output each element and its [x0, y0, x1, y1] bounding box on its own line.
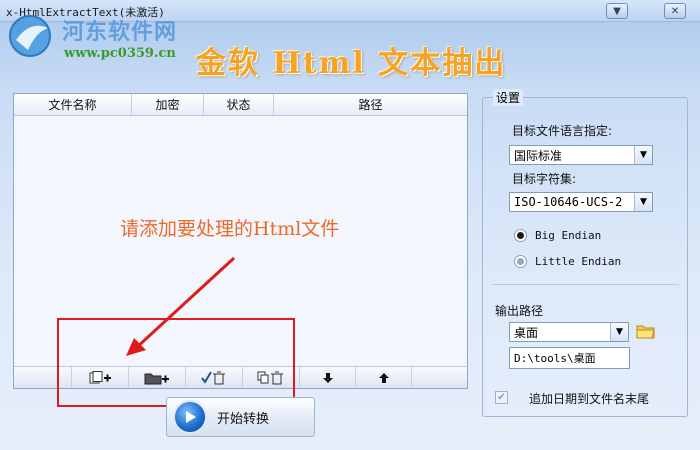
- annotation-highlight-box: [57, 318, 295, 407]
- charset-select[interactable]: ISO-10646-UCS-2 ▼: [509, 192, 653, 212]
- column-header-name[interactable]: 文件名称: [14, 94, 132, 115]
- column-header-path[interactable]: 路径: [274, 94, 467, 115]
- watermark-url: www.pc0359.cn: [64, 46, 176, 61]
- move-up-button[interactable]: [356, 367, 412, 388]
- big-endian-radio[interactable]: [514, 229, 527, 242]
- target-language-label: 目标文件语言指定:: [512, 124, 613, 138]
- start-convert-label: 开始转换: [217, 411, 270, 427]
- chevron-down-icon[interactable]: ▼: [610, 323, 628, 341]
- charset-label: 目标字符集:: [512, 172, 577, 186]
- arrow-up-icon: [378, 372, 389, 383]
- target-language-select[interactable]: 国际标准 ▼: [509, 145, 653, 165]
- output-path-select[interactable]: 桌面 ▼: [509, 322, 629, 342]
- play-icon: [173, 400, 207, 434]
- list-header: 文件名称 加密 状态 路径: [14, 94, 467, 116]
- arrow-down-icon: [322, 372, 333, 383]
- little-endian-radio[interactable]: [514, 255, 527, 268]
- output-path-input[interactable]: D:\tools\桌面: [509, 347, 630, 369]
- close-button[interactable]: ✕: [664, 3, 686, 19]
- output-path-value: 桌面: [514, 325, 539, 340]
- minimize-button[interactable]: ▼: [606, 3, 628, 19]
- chevron-down-icon: ▼: [613, 5, 621, 17]
- app-banner-title: 金软 Html 文本抽出: [196, 46, 507, 81]
- empty-list-hint: 请添加要处理的Html文件: [120, 218, 340, 240]
- big-endian-label: Big Endian: [535, 229, 602, 242]
- settings-group: 设置 目标文件语言指定: 国际标准 ▼ 目标字符集: ISO-10646-UCS…: [482, 89, 688, 417]
- target-language-value: 国际标准: [514, 148, 563, 163]
- column-header-encrypt[interactable]: 加密: [132, 94, 204, 115]
- move-down-button[interactable]: [300, 367, 356, 388]
- append-date-label: 追加日期到文件名末尾: [529, 392, 650, 406]
- little-endian-label: Little Endian: [535, 255, 622, 268]
- settings-legend: 设置: [493, 89, 524, 106]
- start-convert-button[interactable]: 开始转换: [166, 397, 315, 437]
- charset-value: ISO-10646-UCS-2: [514, 195, 623, 209]
- close-icon: ✕: [670, 5, 680, 17]
- settings-divider: [493, 284, 679, 285]
- output-path-label: 输出路径: [495, 304, 544, 318]
- browse-folder-icon[interactable]: [636, 323, 656, 339]
- watermark-site-name: 河东软件网: [62, 20, 178, 45]
- chevron-down-icon[interactable]: ▼: [634, 146, 652, 164]
- column-header-status[interactable]: 状态: [204, 94, 274, 115]
- chevron-down-icon[interactable]: ▼: [634, 193, 652, 211]
- append-date-checkbox[interactable]: ✔: [495, 391, 508, 404]
- toolbar-filler: [412, 367, 467, 388]
- watermark-logo-icon: [9, 15, 51, 57]
